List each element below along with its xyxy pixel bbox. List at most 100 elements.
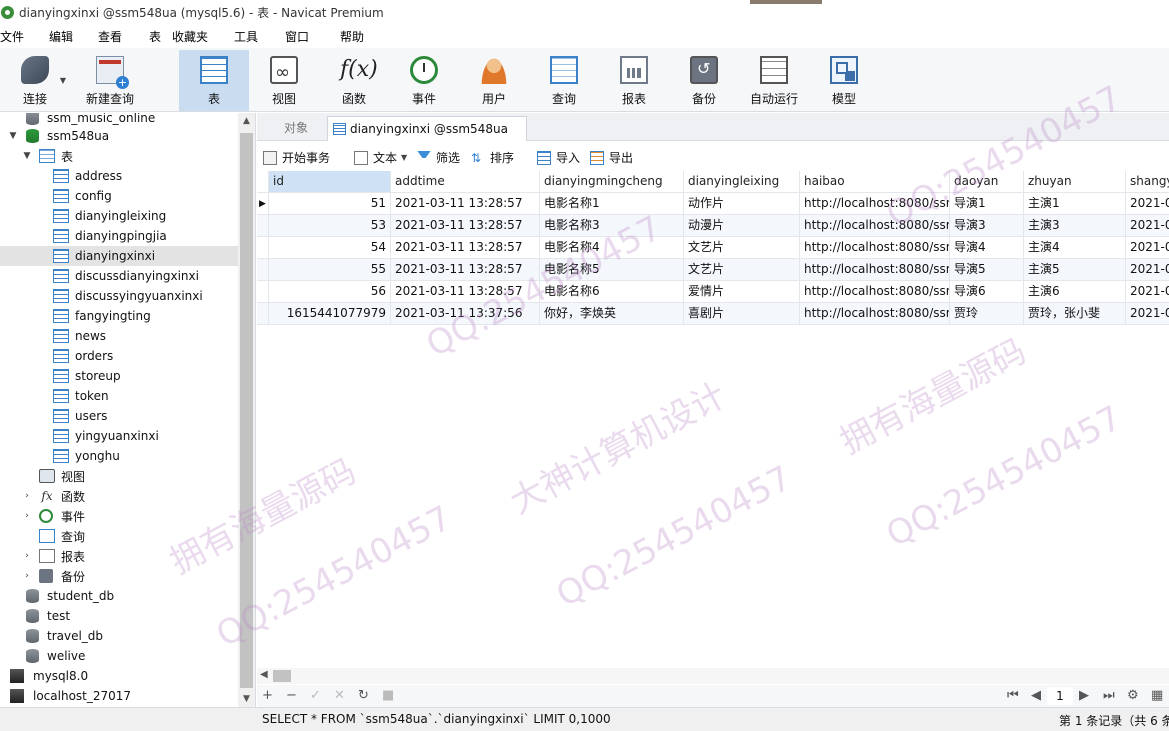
table-cell[interactable]: 2021-03-11 13:28:57	[391, 215, 540, 237]
tree-item-address[interactable]: address	[0, 166, 238, 186]
table-cell[interactable]: 2021-03-11 13:37:56	[391, 303, 540, 325]
chevron-down-icon[interactable]: ▼	[60, 76, 66, 85]
chevron-right-icon[interactable]: ›	[22, 491, 32, 501]
table-cell[interactable]: http://localhost:8080/ssm	[800, 237, 950, 259]
last-page-icon[interactable]: ⏭	[1103, 688, 1115, 703]
scroll-thumb[interactable]	[240, 133, 253, 688]
table-cell[interactable]: 喜剧片	[684, 303, 800, 325]
event-button[interactable]: 事件	[404, 50, 444, 111]
tree-item-yonghu[interactable]: yonghu	[0, 446, 238, 466]
tree-item-dianyingleixing[interactable]: dianyingleixing	[0, 206, 238, 226]
column-header[interactable]: addtime	[391, 171, 540, 193]
table-row[interactable]: ▶ 51 2021-03-11 13:28:57 电影名称1 动作片 http:…	[257, 193, 1169, 215]
tab-objects[interactable]: 对象	[265, 116, 327, 141]
table-cell[interactable]: 2021-03-11 13:28:57	[391, 259, 540, 281]
sort-button[interactable]: ⇅ 排序	[471, 149, 514, 166]
table-cell[interactable]: http://localhost:8080/ssm	[800, 215, 950, 237]
table-cell[interactable]: 电影名称5	[540, 259, 684, 281]
table-cell[interactable]: 电影名称4	[540, 237, 684, 259]
horizontal-scrollbar[interactable]: ◀	[257, 668, 1169, 684]
table-cell[interactable]: 2021-0	[1126, 281, 1169, 303]
delete-record-icon[interactable]: −	[286, 688, 297, 703]
table-cell[interactable]: 主演6	[1024, 281, 1126, 303]
table-cell[interactable]: 2021-0	[1126, 193, 1169, 215]
column-header[interactable]: zhuyan	[1024, 171, 1126, 193]
scroll-up-icon[interactable]: ▲	[238, 113, 255, 129]
user-button[interactable]: 用户	[474, 50, 514, 111]
tree-item-config[interactable]: config	[0, 186, 238, 206]
scroll-left-icon[interactable]: ◀	[260, 669, 268, 680]
table-row[interactable]: 54 2021-03-11 13:28:57 电影名称4 文艺片 http://…	[257, 237, 1169, 259]
menu-window[interactable]: 窗口	[285, 28, 309, 45]
tree-item-fangyingting[interactable]: fangyingting	[0, 306, 238, 326]
model-button[interactable]: 模型	[824, 50, 864, 111]
menu-tools[interactable]: 工具	[234, 28, 258, 45]
tree-item-views[interactable]: 视图	[0, 466, 238, 486]
table-cell[interactable]: 导演4	[950, 237, 1024, 259]
filter-button[interactable]: 筛选	[417, 149, 460, 166]
tree-item-welive[interactable]: welive	[0, 646, 238, 666]
begin-transaction-button[interactable]: 开始事务	[263, 149, 330, 166]
discard-changes-icon[interactable]: ✕	[334, 688, 345, 703]
table-row[interactable]: 1615441077979 2021-03-11 13:37:56 你好，李焕英…	[257, 303, 1169, 325]
table-cell[interactable]: http://localhost:8080/ssm	[800, 303, 950, 325]
table-cell[interactable]: http://localhost:8080/ssm	[800, 259, 950, 281]
tree-item-users[interactable]: users	[0, 406, 238, 426]
tree-item-mysql8[interactable]: mysql8.0	[0, 666, 238, 686]
tree-item-events[interactable]: › 事件	[0, 506, 238, 526]
tree-item-tables[interactable]: ▼ 表	[0, 146, 238, 166]
table-cell[interactable]: http://localhost:8080/ssm	[800, 193, 950, 215]
chevron-right-icon[interactable]: ›	[22, 571, 32, 581]
previous-page-icon[interactable]: ◀	[1031, 688, 1041, 703]
tree-item-ssm548ua[interactable]: ▼ ssm548ua	[0, 126, 238, 146]
menu-view[interactable]: 查看	[98, 28, 122, 45]
table-cell[interactable]: 2021-0	[1126, 303, 1169, 325]
tree-item-localhost-27017[interactable]: localhost_27017	[0, 686, 238, 706]
table-cell[interactable]: 电影名称3	[540, 215, 684, 237]
tree-item-storeup[interactable]: storeup	[0, 366, 238, 386]
stop-icon[interactable]: ■	[382, 688, 394, 703]
table-cell[interactable]: 53	[269, 215, 391, 237]
table-cell[interactable]: 2021-03-11 13:28:57	[391, 237, 540, 259]
table-cell[interactable]: 2021-0	[1126, 237, 1169, 259]
new-query-button[interactable]: 新建查询	[82, 50, 138, 111]
tree-item-travel-db[interactable]: travel_db	[0, 626, 238, 646]
table-cell[interactable]: 爱情片	[684, 281, 800, 303]
column-header[interactable]: dianyingleixing	[684, 171, 800, 193]
gear-icon[interactable]: ⚙	[1127, 688, 1139, 703]
table-cell[interactable]: 主演3	[1024, 215, 1126, 237]
tree-item-functions[interactable]: › fx 函数	[0, 486, 238, 506]
tree-item-test[interactable]: test	[0, 606, 238, 626]
table-cell[interactable]: 导演5	[950, 259, 1024, 281]
column-header[interactable]: shangy	[1126, 171, 1169, 193]
tree-item-backups[interactable]: › 备份	[0, 566, 238, 586]
table-cell[interactable]: 电影名称6	[540, 281, 684, 303]
table-cell[interactable]: 动作片	[684, 193, 800, 215]
column-header[interactable]: daoyan	[950, 171, 1024, 193]
menu-file[interactable]: 文件	[0, 28, 24, 45]
tree-item-queries[interactable]: 查询	[0, 526, 238, 546]
table-row[interactable]: 53 2021-03-11 13:28:57 电影名称3 动漫片 http://…	[257, 215, 1169, 237]
first-page-icon[interactable]: ⏮	[1007, 688, 1019, 703]
table-cell[interactable]: 你好，李焕英	[540, 303, 684, 325]
column-header[interactable]: dianyingmingcheng	[540, 171, 684, 193]
table-cell[interactable]: 动漫片	[684, 215, 800, 237]
text-button[interactable]: 文本 ▼	[354, 149, 407, 166]
table-cell[interactable]: 贾玲，张小斐	[1024, 303, 1126, 325]
table-cell[interactable]: 文艺片	[684, 259, 800, 281]
tab-dianyingxinxi[interactable]: dianyingxinxi @ssm548ua (...	[327, 116, 527, 160]
table-cell[interactable]: 导演6	[950, 281, 1024, 303]
tree-item-student-db[interactable]: student_db	[0, 586, 238, 606]
table-cell[interactable]: 2021-03-11 13:28:57	[391, 193, 540, 215]
add-record-icon[interactable]: +	[262, 688, 273, 703]
table-button[interactable]: 表	[179, 50, 249, 111]
table-cell[interactable]: 电影名称1	[540, 193, 684, 215]
refresh-icon[interactable]: ↻	[358, 688, 369, 703]
page-number-field[interactable]: 1	[1047, 687, 1073, 705]
backup-button[interactable]: 备份	[684, 50, 724, 111]
table-cell[interactable]: 主演5	[1024, 259, 1126, 281]
column-header[interactable]: haibao	[800, 171, 950, 193]
import-button[interactable]: 导入	[537, 149, 580, 166]
export-button[interactable]: 导出	[590, 149, 633, 166]
tree-item-news[interactable]: news	[0, 326, 238, 346]
